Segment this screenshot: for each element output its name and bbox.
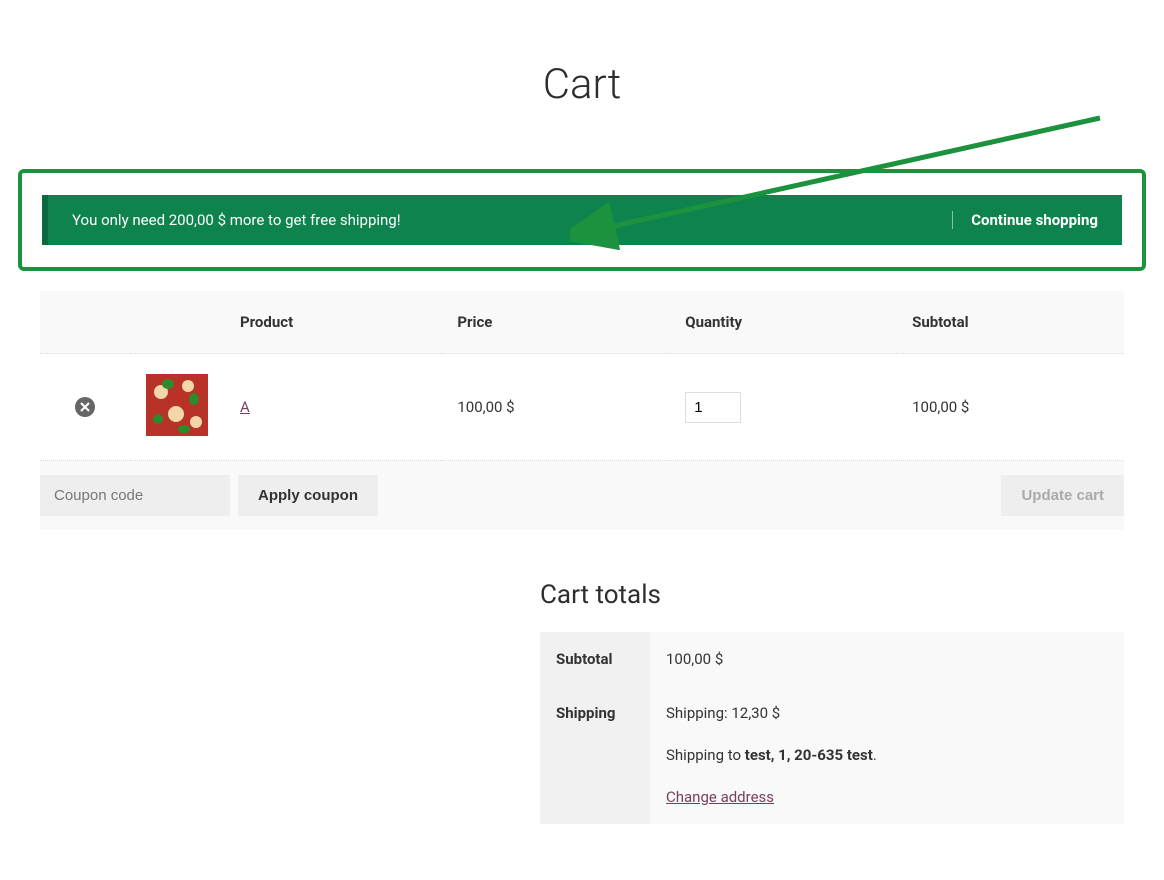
annotation-highlight-box: You only need 200,00 $ more to get free … [18,169,1146,271]
shipping-label: Shipping [540,686,650,824]
continue-shopping-link[interactable]: Continue shopping [952,211,1098,229]
col-product: Product [224,291,441,354]
quantity-input[interactable] [685,392,741,423]
product-name-link[interactable]: A [240,398,250,416]
col-quantity: Quantity [669,291,896,354]
cart-item-row: A 100,00 $ 100,00 $ [40,354,1124,461]
item-price: 100,00 $ [441,354,669,461]
free-shipping-notice: You only need 200,00 $ more to get free … [42,195,1122,245]
coupon-code-input[interactable] [40,475,230,516]
notice-message: You only need 200,00 $ more to get free … [72,211,401,229]
cart-items-table: Product Price Quantity Subtotal [40,291,1124,530]
col-remove [40,291,130,354]
cart-totals-table: Subtotal 100,00 $ Shipping Shipping: 12,… [540,632,1124,824]
col-price: Price [441,291,669,354]
subtotal-label: Subtotal [540,632,650,686]
apply-coupon-button[interactable]: Apply coupon [238,475,378,516]
subtotal-value: 100,00 $ [650,632,1124,686]
cart-actions-row: Apply coupon Update cart [40,461,1124,531]
remove-item-button[interactable] [75,397,95,417]
item-subtotal: 100,00 $ [896,354,1124,461]
cart-totals-heading: Cart totals [540,580,1124,610]
product-thumbnail[interactable] [146,374,208,436]
shipping-destination: Shipping to test, 1, 20-635 test. [666,746,1108,764]
col-thumbnail [130,291,224,354]
change-address-link[interactable]: Change address [666,788,774,806]
update-cart-button[interactable]: Update cart [1001,475,1124,516]
shipping-value: Shipping: 12,30 $ [666,704,1108,722]
close-icon [80,402,90,412]
page-title: Cart [0,60,1164,109]
col-subtotal: Subtotal [896,291,1124,354]
